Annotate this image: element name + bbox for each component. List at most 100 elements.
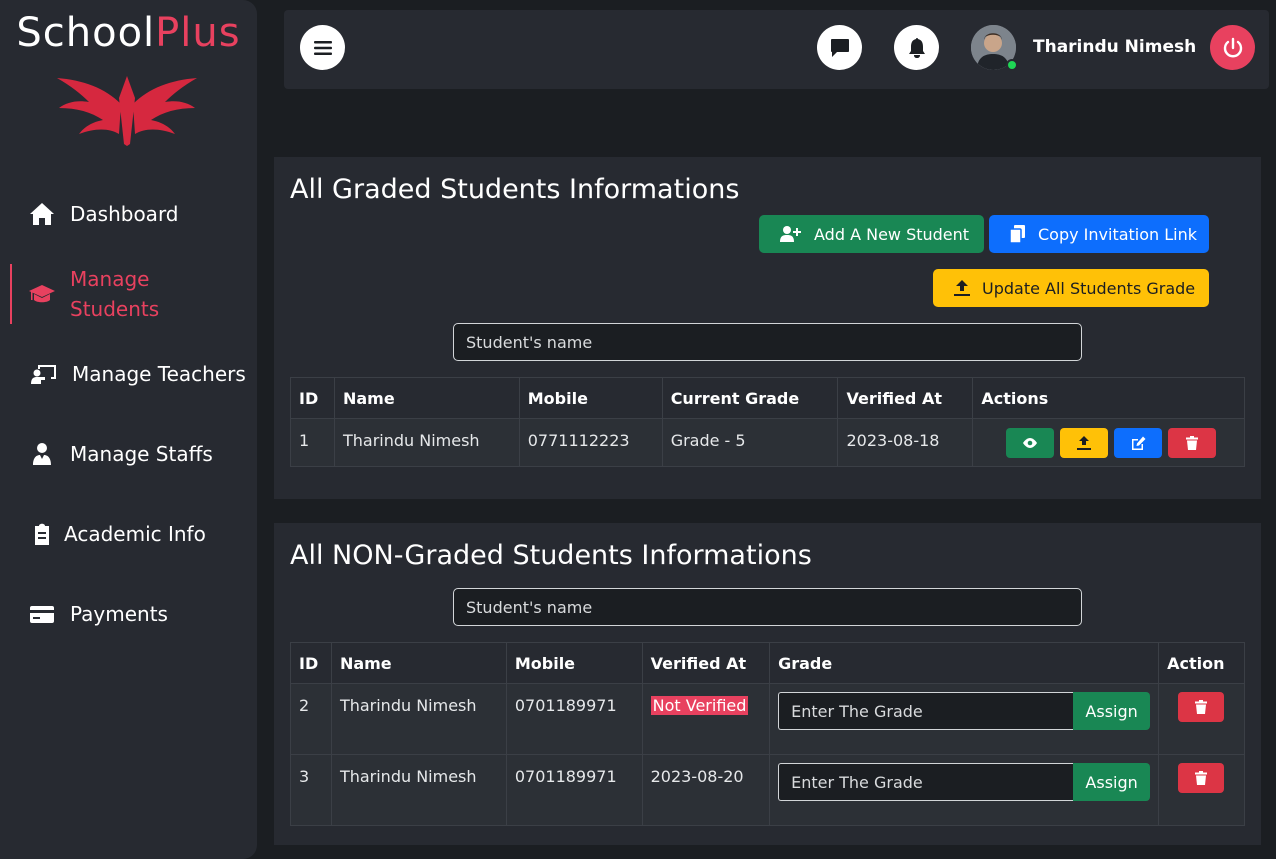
cell-verified-at: Not Verified	[641, 683, 771, 755]
upload-icon	[954, 280, 970, 296]
upload-icon	[1077, 436, 1092, 450]
grade-input-group: Assign	[778, 692, 1151, 730]
cell-grade: Assign	[769, 683, 1160, 755]
column-header-actions: Actions	[972, 377, 1245, 419]
table-header-row: ID Name Mobile Current Grade Verified At…	[290, 377, 1245, 419]
column-header-grade: Grade	[769, 642, 1160, 684]
column-header-mobile: Mobile	[505, 642, 643, 684]
sidebar-item-dashboard[interactable]: Dashboard	[0, 199, 257, 229]
power-icon	[1223, 37, 1242, 57]
sidebar-item-label: Manage Teachers	[72, 362, 246, 386]
delete-student-button[interactable]	[1178, 763, 1225, 793]
delete-student-button[interactable]	[1178, 692, 1225, 722]
cell-mobile: 0701189971	[505, 683, 643, 755]
trash-icon	[1195, 771, 1208, 785]
sidebar-item-academic-info[interactable]: Academic Info	[0, 519, 257, 549]
column-header-mobile: Mobile	[518, 377, 663, 419]
cell-action	[1158, 754, 1245, 826]
promote-student-button[interactable]	[1060, 428, 1109, 458]
brand-wings-logo-icon	[57, 76, 197, 146]
chalkboard-teacher-icon	[30, 360, 58, 388]
cell-id: 1	[290, 418, 335, 467]
edit-student-button[interactable]	[1114, 428, 1163, 458]
grade-input[interactable]	[778, 692, 1074, 730]
cell-mobile: 0771112223	[518, 418, 663, 467]
graduation-cap-icon	[28, 280, 56, 308]
non-graded-section-title: All NON-Graded Students Informations	[290, 540, 812, 571]
copy-invitation-link-label: Copy Invitation Link	[1038, 224, 1198, 244]
logout-button[interactable]	[1210, 25, 1255, 70]
user-plus-icon	[780, 226, 801, 242]
column-header-name: Name	[333, 377, 520, 419]
non-graded-students-card: All NON-Graded Students Informations ID …	[274, 523, 1261, 845]
cell-actions	[972, 418, 1245, 467]
trash-icon	[1195, 700, 1208, 714]
sidebar-item-label: Academic Info	[64, 522, 206, 546]
cell-action	[1158, 683, 1245, 755]
home-icon	[28, 200, 56, 228]
credit-card-icon	[28, 600, 56, 628]
column-header-current-grade: Current Grade	[661, 377, 839, 419]
cell-verified-at: 2023-08-18	[837, 418, 974, 467]
sidebar-item-label: Manage Staffs	[70, 442, 213, 466]
view-student-button[interactable]	[1006, 428, 1055, 458]
cell-name: Tharindu Nimesh	[330, 683, 507, 755]
graded-students-card: All Graded Students Informations Add A N…	[274, 157, 1261, 499]
trash-icon	[1186, 436, 1199, 450]
column-header-verified-at: Verified At	[837, 377, 974, 419]
assign-grade-button[interactable]: Assign	[1073, 763, 1151, 801]
cell-grade: Assign	[769, 754, 1160, 826]
user-name: Tharindu Nimesh	[1033, 37, 1197, 57]
sidebar: SchoolPlus Dashboard Manage Students Man…	[0, 0, 257, 859]
copy-invitation-link-button[interactable]: Copy Invitation Link	[989, 215, 1209, 253]
cell-id: 2	[290, 683, 332, 755]
bell-icon	[908, 37, 925, 58]
sidebar-item-label: Payments	[70, 602, 168, 626]
graded-students-table: ID Name Mobile Current Grade Verified At…	[290, 377, 1245, 467]
brand-name-part1: School	[16, 10, 156, 56]
graded-section-title: All Graded Students Informations	[290, 174, 740, 205]
sidebar-item-label: Dashboard	[70, 202, 179, 226]
column-header-id: ID	[290, 642, 332, 684]
delete-student-button[interactable]	[1168, 428, 1217, 458]
clipboard-icon	[28, 520, 56, 548]
grade-input-group: Assign	[778, 763, 1151, 801]
edit-icon	[1131, 436, 1146, 450]
column-header-id: ID	[290, 377, 335, 419]
column-header-verified-at: Verified At	[641, 642, 771, 684]
grade-input[interactable]	[778, 763, 1074, 801]
sidebar-item-manage-students[interactable]: Manage Students	[0, 264, 257, 324]
update-all-grades-button[interactable]: Update All Students Grade	[933, 269, 1209, 307]
chat-icon	[830, 38, 849, 57]
non-graded-students-table: ID Name Mobile Verified At Grade Action …	[290, 642, 1245, 826]
table-header-row: ID Name Mobile Verified At Grade Action	[290, 642, 1245, 684]
eye-icon	[1023, 438, 1038, 448]
sidebar-item-manage-staffs[interactable]: Manage Staffs	[0, 439, 257, 469]
non-graded-search-input[interactable]	[453, 588, 1082, 626]
user-tie-icon	[28, 440, 56, 468]
table-row: 2 Tharindu Nimesh 0701189971 Not Verifie…	[290, 683, 1245, 755]
top-bar: Tharindu Nimesh	[284, 10, 1269, 89]
sidebar-item-payments[interactable]: Payments	[0, 599, 257, 629]
add-student-label: Add A New Student	[814, 224, 970, 244]
add-student-button[interactable]: Add A New Student	[759, 215, 984, 253]
messages-button[interactable]	[817, 25, 862, 70]
column-header-name: Name	[330, 642, 507, 684]
cell-grade: Grade - 5	[661, 418, 839, 467]
cell-id: 3	[290, 754, 332, 826]
menu-toggle-button[interactable]	[300, 25, 345, 70]
update-all-grades-label: Update All Students Grade	[982, 278, 1196, 298]
online-status-indicator	[1006, 59, 1018, 71]
not-verified-badge: Not Verified	[650, 696, 749, 715]
graded-search-input[interactable]	[453, 323, 1082, 361]
cell-name: Tharindu Nimesh	[333, 418, 520, 467]
table-row: 1 Tharindu Nimesh 0771112223 Grade - 5 2…	[290, 418, 1245, 467]
cell-mobile: 0701189971	[505, 754, 643, 826]
notifications-button[interactable]	[894, 25, 939, 70]
brand-logo-text[interactable]: SchoolPlus	[0, 10, 257, 56]
assign-grade-button[interactable]: Assign	[1073, 692, 1151, 730]
hamburger-icon	[313, 40, 332, 55]
brand-name-part2: Plus	[155, 10, 241, 56]
sidebar-item-manage-teachers[interactable]: Manage Teachers	[0, 359, 257, 389]
table-row: 3 Tharindu Nimesh 0701189971 2023-08-20 …	[290, 754, 1245, 826]
